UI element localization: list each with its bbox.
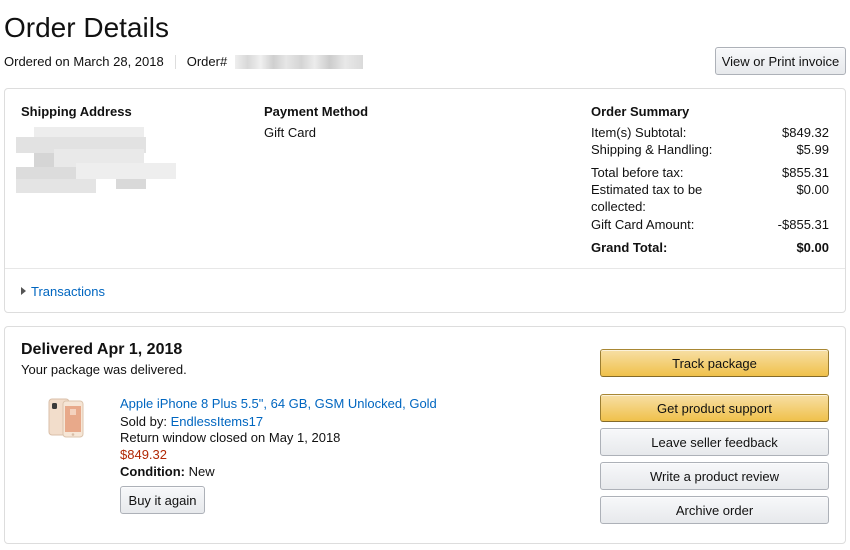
page-title: Order Details (4, 12, 169, 43)
archive-order-button[interactable]: Archive order (600, 496, 829, 524)
order-date: Ordered on March 28, 2018 (4, 54, 164, 69)
summary-row-tax: Estimated tax to be collected: $0.00 (591, 182, 829, 214)
order-number-redacted (235, 54, 364, 69)
buy-it-again-button[interactable]: Buy it again (120, 486, 205, 514)
order-summary-heading: Order Summary (591, 104, 690, 119)
return-window-text: Return window closed on May 1, 2018 (120, 430, 341, 445)
item-price: $849.32 (120, 447, 167, 462)
summary-divider (5, 268, 845, 269)
transactions-link[interactable]: Transactions (31, 284, 105, 299)
shipping-address-heading: Shipping Address (21, 104, 132, 119)
shipping-address-redacted (16, 127, 178, 193)
leave-seller-feedback-button[interactable]: Leave seller feedback (600, 428, 829, 456)
payment-method-heading: Payment Method (264, 104, 369, 119)
delivery-status-title: Delivered Apr 1, 2018 (21, 341, 183, 358)
order-meta: Ordered on March 28, 2018 Order# (4, 54, 364, 69)
caret-right-icon (21, 287, 26, 295)
product-phone-image[interactable] (46, 395, 86, 439)
delivery-status-subtitle: Your package was delivered. (21, 362, 187, 377)
item-condition: Condition: New (120, 464, 215, 479)
seller-link[interactable]: EndlessItems17 (171, 414, 264, 429)
product-title-link[interactable]: Apple iPhone 8 Plus 5.5", 64 GB, GSM Unl… (120, 396, 437, 411)
get-product-support-button[interactable]: Get product support (600, 394, 829, 422)
order-number-label: Order# (186, 54, 228, 69)
payment-method-value: Gift Card (264, 125, 317, 140)
track-package-button[interactable]: Track package (600, 349, 829, 377)
view-print-invoice-button[interactable]: View or Print invoice (715, 47, 846, 75)
write-product-review-button[interactable]: Write a product review (600, 462, 829, 490)
meta-divider (174, 54, 176, 69)
sold-by: Sold by: EndlessItems17 (120, 414, 264, 429)
